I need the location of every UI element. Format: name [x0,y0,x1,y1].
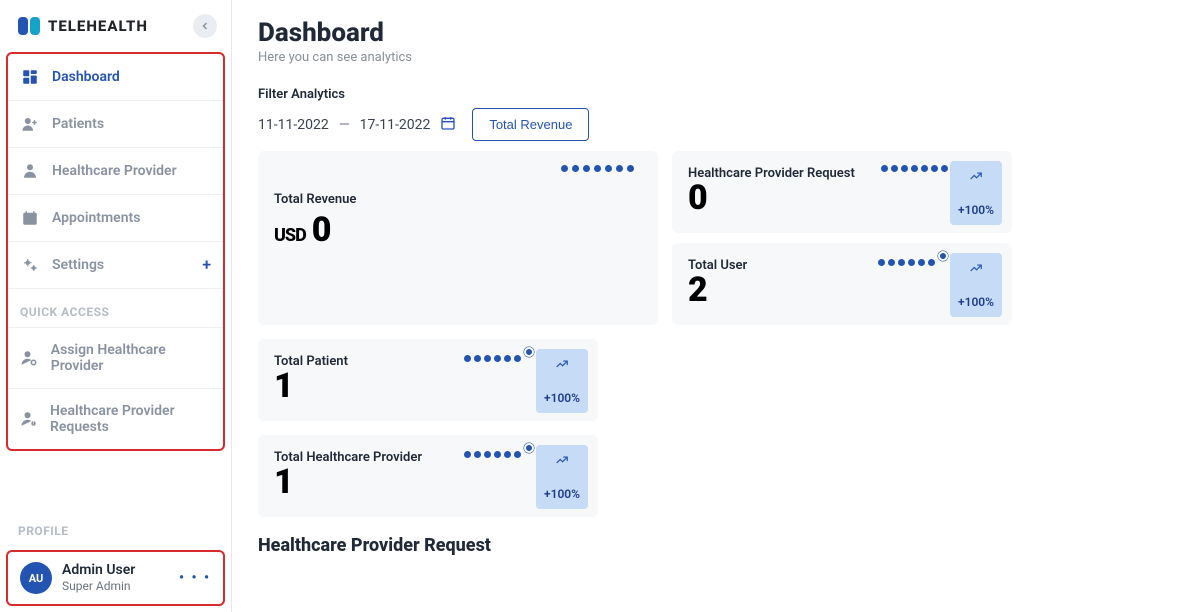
sparkline-icon [464,353,534,363]
page-title: Dashboard [258,18,1174,48]
card-total-hcp: Total Healthcare Provider 1 +100% [258,435,598,517]
card-title: Total Revenue [274,192,642,207]
profile-info: Admin User Super Admin [62,562,135,593]
sparkline-icon [878,257,948,267]
filter-row: 11-11-2022 — 17-11-2022 Total Revenue [258,108,1174,141]
assign-icon [20,349,39,367]
profile-box[interactable]: AU Admin User Super Admin • • • [6,550,225,606]
sidebar-item-assign-provider[interactable]: Assign Healthcare Provider [8,327,223,389]
card-title: Total Healthcare Provider [274,450,422,465]
sidebar-item-patients[interactable]: Patients [8,101,223,148]
card-total-patient: Total Patient 1 +100% [258,339,598,421]
requests-icon: ! [20,410,38,428]
trend-value: +100% [544,487,580,501]
sidebar: TELEHEALTH Dashboard Patients [0,0,232,612]
trend-chip: +100% [536,349,588,413]
section-heading: Healthcare Provider Request [258,535,1174,556]
trend-up-icon [555,357,569,375]
card-title: Healthcare Provider Request [688,166,855,181]
trend-chip: +100% [950,161,1002,225]
sidebar-item-dashboard[interactable]: Dashboard [8,54,223,101]
card-total-revenue: Total Revenue USD 0 [258,151,658,325]
profile-role: Super Admin [62,579,135,593]
sidebar-item-settings[interactable]: Settings + [8,242,223,289]
sidebar-item-label: Patients [52,116,104,132]
sidebar-header: TELEHEALTH [0,0,231,48]
trend-value: +100% [958,295,994,309]
sidebar-item-appointments[interactable]: Appointments [8,195,223,242]
profile-menu-button[interactable]: • • • [179,570,211,586]
brand-name: TELEHEALTH [48,17,148,35]
sidebar-collapse-button[interactable] [193,14,217,38]
page-subtitle: Here you can see analytics [258,50,1174,65]
date-range-separator: — [339,117,350,133]
card-total-user: Total User 2 +100% [672,243,1012,325]
sidebar-item-label: Healthcare Provider [52,163,177,179]
card-value: USD 0 [274,213,642,247]
sidebar-item-label: Settings [52,257,104,273]
filter-label: Filter Analytics [258,87,1174,102]
patients-icon [20,115,40,133]
gears-icon [20,256,40,274]
chevron-left-icon [199,20,211,32]
trend-chip: +100% [536,445,588,509]
svg-text:!: ! [33,421,34,427]
calendar-icon [440,115,456,135]
date-range-picker[interactable]: 11-11-2022 — 17-11-2022 [258,115,456,135]
provider-icon [20,162,40,180]
profile-section: PROFILE AU Admin User Super Admin • • • [0,508,231,612]
logo-icon [18,17,40,35]
plus-icon[interactable]: + [202,257,211,273]
sidebar-item-label: Appointments [52,210,140,226]
currency-prefix: USD [274,227,306,245]
sidebar-item-healthcare-provider[interactable]: Healthcare Provider [8,148,223,195]
profile-name: Admin User [62,562,135,579]
nav-highlight-box: Dashboard Patients Healthcare Provider A… [6,52,225,451]
trend-chip: +100% [950,253,1002,317]
quick-access-label: QUICK ACCESS [8,289,223,327]
trend-up-icon [969,169,983,187]
sparkline-icon [464,449,534,459]
card-hcp-request: Healthcare Provider Request 0 +100% [672,151,1012,233]
sidebar-item-label: Assign Healthcare Provider [51,342,211,374]
filter-metric-button[interactable]: Total Revenue [472,108,589,141]
sidebar-item-label: Dashboard [52,69,120,85]
trend-value: +100% [544,391,580,405]
avatar: AU [20,562,52,594]
profile-label: PROFILE [0,508,231,546]
calendar-icon [20,209,40,227]
sparkline-icon [881,165,948,172]
date-end: 17-11-2022 [360,117,431,133]
sidebar-item-provider-requests[interactable]: ! Healthcare Provider Requests [8,389,223,449]
sparkline-icon [561,165,634,172]
dashboard-icon [20,68,40,86]
trend-up-icon [969,261,983,279]
trend-value: +100% [958,203,994,217]
trend-up-icon [555,453,569,471]
date-start: 11-11-2022 [258,117,329,133]
sidebar-item-label: Healthcare Provider Requests [50,403,211,435]
main: Dashboard Here you can see analytics Fil… [232,0,1200,612]
